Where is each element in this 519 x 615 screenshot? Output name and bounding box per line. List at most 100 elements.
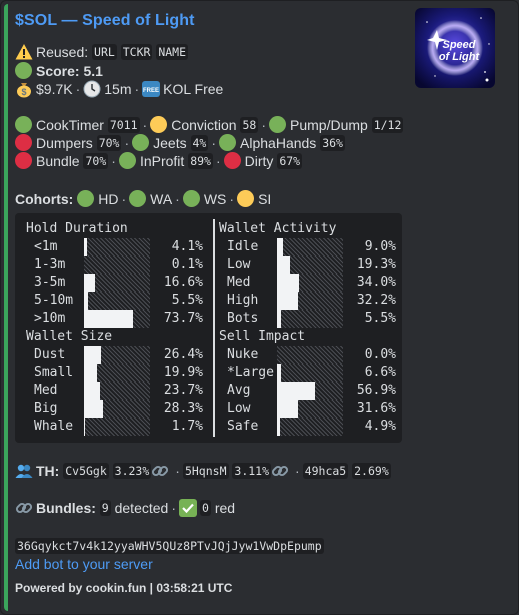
link-icon <box>152 465 169 477</box>
separator: · <box>175 463 180 479</box>
bar-fill <box>277 364 281 382</box>
bar-fill <box>277 382 315 400</box>
bucket-percent: 19.9% <box>163 365 203 380</box>
metric-value: 70% <box>96 134 122 151</box>
bucket-label: <1m <box>34 239 58 254</box>
check-mark-icon <box>179 499 197 517</box>
yellow-circle-icon <box>237 190 255 207</box>
svg-text:FREE: FREE <box>143 88 159 94</box>
bucket-percent: 4.9% <box>364 419 396 434</box>
bar-track <box>277 364 343 382</box>
block-divider <box>213 219 215 437</box>
metric-value: 70% <box>83 152 109 169</box>
metric-label: Bundle <box>36 152 80 169</box>
bar-fill <box>84 418 85 436</box>
bar-fill <box>277 310 281 328</box>
separator: · <box>229 190 235 207</box>
embed-title[interactable]: $SOL — Speed of Light <box>15 12 195 30</box>
separator: · <box>215 152 221 169</box>
separator: · <box>121 190 127 207</box>
bundles-detected: detected <box>114 500 169 516</box>
separator: · <box>175 190 180 207</box>
score-line: Score: 5.1 <box>15 62 103 79</box>
holder-percent: 2.69% <box>352 463 391 479</box>
bucket-percent: 5.5% <box>364 311 396 326</box>
bar-track <box>84 382 150 400</box>
bucket-percent: 5.5% <box>171 293 203 308</box>
bundles-red-label: red <box>214 500 236 516</box>
bar-track <box>277 310 343 328</box>
holder-address[interactable]: Cv5Ggk <box>63 463 109 479</box>
bucket-percent: 56.9% <box>356 383 396 398</box>
yellow-circle-icon <box>150 116 168 133</box>
cohort-label: HD <box>98 190 119 207</box>
bucket-percent: 16.6% <box>163 275 203 290</box>
bar-fill <box>277 274 299 292</box>
speed-of-light-logo: Speed of Light <box>415 8 495 88</box>
bucket-label: 1-3m <box>34 257 66 272</box>
embed-footer: Powered by cookin.fun | 03:58:21 UTC <box>15 581 233 595</box>
metric-label: Dumpers <box>36 134 93 151</box>
bucket-percent: 19.3% <box>356 257 396 272</box>
bucket-percent: 31.6% <box>356 401 396 416</box>
svg-text:$: $ <box>21 87 26 97</box>
green-circle-icon <box>182 190 200 207</box>
green-circle-icon <box>129 190 147 207</box>
bucket-percent: 26.4% <box>163 347 203 362</box>
metric-label: Conviction <box>171 116 237 133</box>
green-circle-icon <box>77 190 95 207</box>
bucket-label: Idle <box>227 239 259 254</box>
contract-address[interactable]: 36Gqykct7v4k12yyaWHV5QUz8PTvJQjJyw1VwDpE… <box>15 538 324 554</box>
holder-address[interactable]: 49hca5 <box>302 463 349 479</box>
clock-icon <box>83 80 101 98</box>
metric-value: 67% <box>277 152 303 169</box>
cohort-label: SI <box>258 190 272 207</box>
token-thumbnail[interactable]: Speed of Light <box>415 8 495 88</box>
bar-fill <box>84 346 101 364</box>
bar-track <box>84 310 150 328</box>
bar-track <box>84 364 150 382</box>
reused-tag-name: NAME <box>156 44 189 60</box>
bucket-percent: 1.7% <box>171 419 203 434</box>
green-circle-icon <box>269 116 286 133</box>
contract-line: 36Gqykct7v4k12yyaWHV5QUz8PTvJQjJyw1VwDpE… <box>15 538 324 554</box>
bucket-label: 3-5m <box>34 275 66 290</box>
bucket-percent: 0.0% <box>364 347 396 362</box>
stats-line: $ $9.7K · 15m · FREE KOL Free <box>15 80 223 98</box>
warning-icon <box>15 44 33 60</box>
bar-fill <box>84 292 88 310</box>
bucket-percent: 4.1% <box>171 239 203 254</box>
add-bot-link[interactable]: Add bot to your server <box>15 556 153 572</box>
link-icon <box>271 465 289 477</box>
bundles-line: Bundles: 9 detected · 0 red <box>15 499 235 517</box>
market-cap: $9.7K <box>36 81 73 97</box>
bucket-percent: 23.7% <box>163 383 203 398</box>
red-circle-icon <box>223 152 241 169</box>
green-circle-icon <box>15 62 32 79</box>
bar-track <box>84 418 150 436</box>
metric-value: 7011 <box>107 116 140 133</box>
metrics-row: Bundle 70% · InProfit 89% · Dirty 67% <box>15 152 303 169</box>
separator: · <box>124 134 130 151</box>
bar-track <box>277 382 343 400</box>
bucket-label: Bots <box>227 311 259 326</box>
bar-fill <box>84 364 97 382</box>
kol-status: KOL Free <box>163 81 224 97</box>
separator: · <box>211 134 217 151</box>
bar-track <box>84 256 150 274</box>
bar-track <box>277 418 343 436</box>
holder-address[interactable]: 5HqnsM <box>182 463 229 479</box>
green-circle-icon <box>219 134 237 151</box>
top-holders-line: TH: Cv5Ggk 3.23% · 5HqnsM 3.11% · 49hca5 2.6… <box>15 462 391 480</box>
bar-track <box>277 274 343 292</box>
metric-value: 1/12 <box>371 116 404 133</box>
bucket-label: Nuke <box>227 347 259 362</box>
wallet-activity-title: Wallet Activity <box>219 221 337 236</box>
link-icon <box>15 502 33 514</box>
metric-label: Dirty <box>244 152 274 169</box>
svg-text:Speed: Speed <box>442 39 475 51</box>
bar-track <box>84 346 150 364</box>
separator: · <box>142 116 148 133</box>
bucket-label: >10m <box>34 311 66 326</box>
bar-track <box>277 238 343 256</box>
